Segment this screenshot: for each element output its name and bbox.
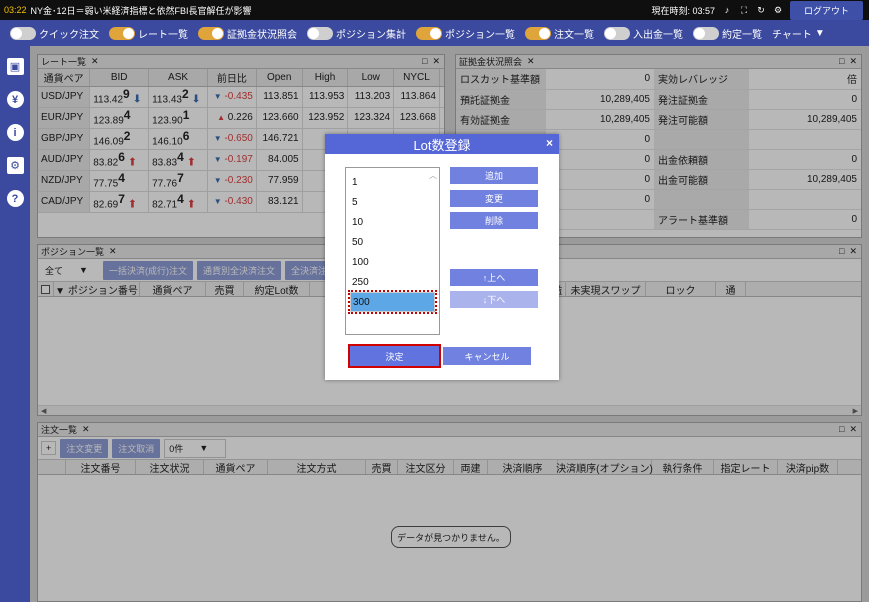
yen-icon[interactable]: ¥ xyxy=(6,91,24,108)
nav-item-4[interactable]: ポジション一覧 xyxy=(416,26,515,41)
toggle-switch[interactable] xyxy=(109,26,135,40)
top-bar: 03:22 NY金･12日＝弱い米経済指標と依然FBI長官解任が影響 現在時刻:… xyxy=(0,0,869,20)
toggle-switch[interactable] xyxy=(693,26,719,40)
nav-item-label: クイック注文 xyxy=(39,29,99,41)
lot-items: 1 5 10 50 100 250 300 xyxy=(346,168,439,314)
nav-item-0[interactable]: クイック注文 xyxy=(10,26,99,41)
info-icon[interactable]: i xyxy=(6,124,24,141)
fullscreen-icon[interactable]: ⛶ xyxy=(739,5,749,15)
lot-listbox[interactable]: 1 5 10 50 100 250 300 ︿ ﹀ xyxy=(345,167,440,335)
nav-item-6[interactable]: 入出金一覧 xyxy=(604,26,683,41)
close-icon[interactable]: × xyxy=(546,136,553,150)
nav-item-label: 入出金一覧 xyxy=(633,29,683,41)
nav-item-3[interactable]: ポジション集計 xyxy=(307,26,406,41)
lot-list-item[interactable]: 10 xyxy=(346,212,439,232)
lot-list-item[interactable]: 300 xyxy=(348,290,437,314)
lot-list-item[interactable]: 1 xyxy=(346,172,439,192)
nav-item-label: 注文一覧 xyxy=(554,29,594,41)
dialog-title: Lot数登録 × xyxy=(325,134,559,154)
nav-chart-menu[interactable]: チャート ▼ xyxy=(772,26,825,41)
scroll-down-icon[interactable]: ﹀ xyxy=(428,309,438,320)
toggle-switch[interactable] xyxy=(604,26,630,40)
logout-button[interactable]: ログアウト xyxy=(789,0,863,20)
scroll-up-icon[interactable]: ︿ xyxy=(428,170,438,181)
bell-icon[interactable]: ♪ xyxy=(722,5,732,15)
confirm-button[interactable]: 決定 xyxy=(348,344,441,368)
listbox-scrollbar[interactable]: ︿ ﹀ xyxy=(428,170,438,320)
gear-icon[interactable]: ⚙ xyxy=(773,5,783,15)
nav-item-1[interactable]: レート一覧 xyxy=(109,26,188,41)
nav-item-7[interactable]: 約定一覧 xyxy=(693,26,762,41)
toggle-switch[interactable] xyxy=(198,26,224,40)
refresh-icon[interactable]: ↻ xyxy=(756,5,766,15)
help-icon[interactable]: ? xyxy=(6,190,24,207)
nav-item-2[interactable]: 証拠金状況照会 xyxy=(198,26,297,41)
nav-bar: クイック注文 レート一覧 証拠金状況照会 ポジション集計 ポジション一覧 注文一覧 入出金一… xyxy=(0,20,869,46)
change-lot-button[interactable]: 変更 xyxy=(450,190,538,207)
toggle-switch[interactable] xyxy=(525,26,551,40)
move-down-button[interactable]: ↓下へ xyxy=(450,291,538,308)
lot-list-item[interactable]: 100 xyxy=(346,252,439,272)
lot-list-item[interactable]: 5 xyxy=(346,192,439,212)
lot-register-dialog: Lot数登録 × 1 5 10 50 100 250 300 ︿ ﹀ 追加 変更 削除 ↑上へ… xyxy=(325,134,559,380)
lot-list-item[interactable]: 50 xyxy=(346,232,439,252)
nav-item-label: ポジション集計 xyxy=(336,29,406,41)
nav-item-label: 証拠金状況照会 xyxy=(227,29,297,41)
nav-item-label: レート一覧 xyxy=(138,29,188,41)
chevron-down-icon: ▼ xyxy=(814,27,825,39)
save-icon[interactable]: ▣ xyxy=(6,58,24,75)
current-time: 現在時刻: 03:57 xyxy=(651,5,715,16)
delete-lot-button[interactable]: 削除 xyxy=(450,212,538,229)
toggle-switch[interactable] xyxy=(10,26,36,40)
news-ticker[interactable]: NY金･12日＝弱い米経済指標と依然FBI長官解任が影響 xyxy=(31,4,252,17)
cancel-button[interactable]: キャンセル xyxy=(443,347,531,365)
nav-item-label: ポジション一覧 xyxy=(445,29,515,41)
toggle-switch[interactable] xyxy=(416,26,442,40)
gear-icon[interactable]: ⚙ xyxy=(6,157,24,174)
nav-item-label: 約定一覧 xyxy=(722,29,762,41)
sidebar: ▣ ¥ i ⚙ ? xyxy=(0,46,30,602)
nav-item-5[interactable]: 注文一覧 xyxy=(525,26,594,41)
nav-chart-label: チャート xyxy=(772,29,812,41)
lot-list-item[interactable]: 250 xyxy=(346,272,439,292)
add-lot-button[interactable]: 追加 xyxy=(450,167,538,184)
toggle-switch[interactable] xyxy=(307,26,333,40)
dialog-title-text: Lot数登録 xyxy=(413,137,471,153)
move-up-button[interactable]: ↑上へ xyxy=(450,269,538,286)
news-time: 03:22 xyxy=(4,5,27,15)
